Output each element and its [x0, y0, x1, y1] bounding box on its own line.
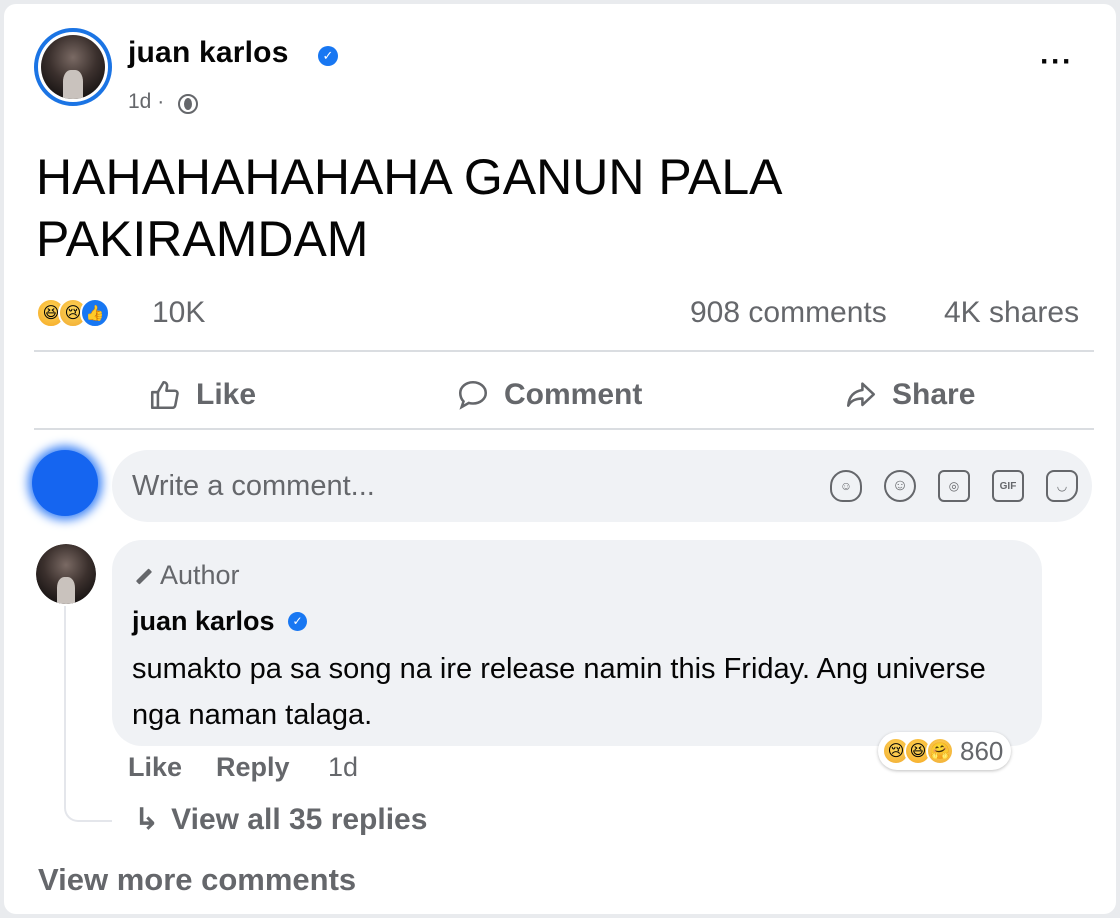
- share-arrow-icon: [846, 382, 876, 407]
- like-button[interactable]: Like: [148, 370, 256, 420]
- emoji-icon[interactable]: ☺: [884, 470, 916, 502]
- avatar-sticker-icon[interactable]: ☺: [830, 470, 862, 502]
- comment-input[interactable]: Write a comment... ☺ ☺ ◎ GIF ◡: [112, 450, 1092, 522]
- verified-badge-icon: ✓: [288, 612, 307, 631]
- reaction-count[interactable]: 10K: [152, 296, 205, 330]
- sticker-icon[interactable]: ◡: [1046, 470, 1078, 502]
- comment-author-name[interactable]: juan karlos: [132, 606, 275, 637]
- speech-bubble-icon: [458, 380, 488, 410]
- comments-count[interactable]: 908 comments: [690, 296, 887, 330]
- comment-reply-link[interactable]: Reply: [216, 752, 290, 783]
- comment-reactions[interactable]: 😢 😆 🤗 860: [878, 732, 1012, 770]
- divider: [34, 350, 1094, 352]
- comment-bubble: Author juan karlos ✓ sumakto pa sa song …: [112, 540, 1042, 746]
- verified-badge-icon: ✓: [318, 46, 338, 66]
- pencil-icon: [132, 566, 152, 586]
- comment-like-link[interactable]: Like: [128, 752, 182, 783]
- post-time[interactable]: 1d ·: [128, 90, 164, 114]
- share-button[interactable]: Share: [844, 370, 975, 420]
- author-avatar[interactable]: [34, 28, 112, 106]
- author-name[interactable]: juan karlos: [128, 36, 289, 70]
- comment-button[interactable]: Comment: [456, 370, 642, 420]
- comment-text: sumakto pa sa song na ire release namin …: [132, 653, 986, 731]
- divider: [34, 428, 1094, 430]
- more-options-icon[interactable]: ···: [1040, 47, 1073, 77]
- thumbs-up-icon: [150, 380, 179, 410]
- camera-icon[interactable]: ◎: [938, 470, 970, 502]
- comment-author-avatar[interactable]: [36, 544, 96, 604]
- comment-reaction-count: 860: [960, 735, 1004, 766]
- like-reaction-icon: 👍: [80, 298, 110, 328]
- reaction-summary[interactable]: 😆 😢 👍: [36, 298, 110, 328]
- thread-line: [64, 606, 112, 822]
- reply-arrow-icon: ↳: [134, 803, 160, 836]
- author-badge: Author: [132, 560, 240, 591]
- comment-time[interactable]: 1d: [328, 752, 358, 783]
- post-card: juan karlos ✓ 1d · ··· HAHAHAHAHAHA GANU…: [4, 4, 1116, 914]
- care-reaction-icon: 🤗: [926, 737, 954, 765]
- current-user-avatar[interactable]: [32, 450, 98, 516]
- globe-icon: [178, 94, 198, 114]
- shares-count[interactable]: 4K shares: [944, 296, 1079, 330]
- comment-input-placeholder: Write a comment...: [132, 470, 375, 502]
- view-replies-link[interactable]: ↳ View all 35 replies: [134, 802, 427, 837]
- view-more-comments-link[interactable]: View more comments: [38, 862, 356, 898]
- post-text: HAHAHAHAHAHA GANUN PALA PAKIRAMDAM: [36, 149, 780, 267]
- gif-icon[interactable]: GIF: [992, 470, 1024, 502]
